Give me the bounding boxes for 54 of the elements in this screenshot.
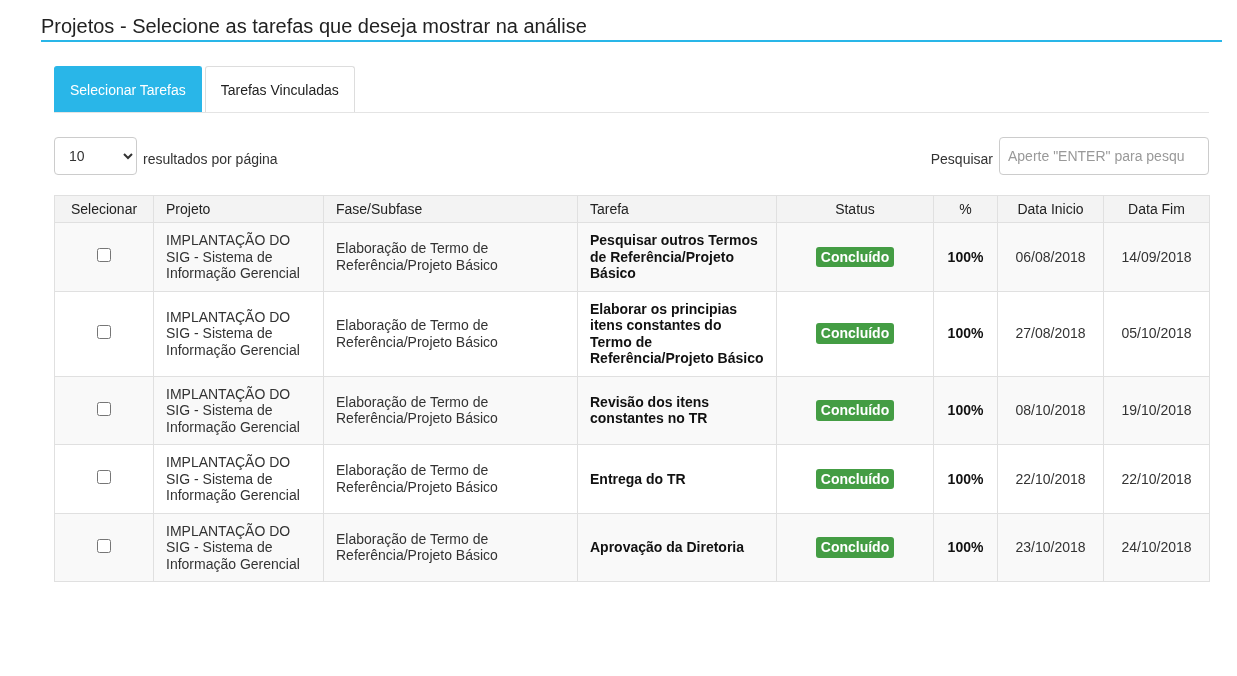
table-cell: IMPLANTAÇÃO DO SIG - Sistema de Informação Gerencial: [153, 444, 324, 513]
table-cell: 100%: [933, 444, 998, 513]
table-cell: 100%: [933, 513, 998, 582]
table-cell: 100%: [933, 222, 998, 291]
table-cell: Elaboração de Termo de Referência/Projeto Básico: [323, 291, 578, 376]
table-cell: 24/10/2018: [1103, 513, 1210, 582]
search-field[interactable]: Aperte "ENTER" para pesqu: [999, 137, 1209, 175]
status-badge: Concluído: [815, 323, 895, 344]
table-cell: 22/10/2018: [997, 444, 1104, 513]
table-cell: Pesquisar outros Termos de Referência/Projeto Básico: [577, 222, 777, 291]
table-cell: 100%: [933, 376, 998, 445]
status-badge: Concluído: [815, 246, 895, 267]
table-cell: IMPLANTAÇÃO DO SIG - Sistema de Informação Gerencial: [153, 291, 324, 376]
table-cell: 06/08/2018: [997, 222, 1104, 291]
table-cell: 100%: [933, 291, 998, 376]
row-checkbox[interactable]: [97, 401, 111, 416]
table-cell: Elaboração de Termo de Referência/Projeto Básico: [323, 513, 578, 582]
table-cell: Revisão dos itens constantes no TR: [577, 376, 777, 445]
table-cell: IMPLANTAÇÃO DO SIG - Sistema de Informação Gerencial: [153, 376, 324, 445]
table-cell: 19/10/2018: [1103, 376, 1210, 445]
row-checkbox[interactable]: [97, 248, 111, 262]
column-header: Status: [776, 195, 934, 223]
table-cell: Elaboração de Termo de Referência/Projeto Básico: [323, 376, 578, 445]
column-header: Selecionar: [54, 195, 154, 223]
page-size-label: resultados por página: [143, 151, 278, 167]
table-cell: IMPLANTAÇÃO DO SIG - Sistema de Informação Gerencial: [153, 222, 324, 291]
column-header: Data Fim: [1103, 195, 1210, 223]
table-cell: 27/08/2018: [997, 291, 1104, 376]
row-checkbox[interactable]: [97, 538, 111, 553]
row-checkbox[interactable]: [97, 470, 111, 484]
table-cell: IMPLANTAÇÃO DO SIG - Sistema de Informação Gerencial: [153, 513, 324, 582]
table-cell: Entrega do TR: [577, 444, 777, 513]
table-cell: 23/10/2018: [997, 513, 1104, 582]
tab[interactable]: Tarefas Vinculadas: [204, 66, 355, 112]
status-badge: Concluído: [815, 468, 895, 489]
page-title: Projetos - Selecione as tarefas que deseja mostrar na análise: [41, 15, 1222, 42]
status-badge: Concluído: [815, 400, 895, 421]
status-badge: Concluído: [815, 537, 895, 558]
table-cell: 14/09/2018: [1103, 222, 1210, 291]
search-label: Pesquisar: [930, 151, 993, 167]
table-cell: Aprovação da Diretoria: [577, 513, 777, 582]
column-header: Data Inicio: [997, 195, 1104, 223]
table-cell: Elaboração de Termo de Referência/Projeto Básico: [323, 222, 578, 291]
column-header: Tarefa: [577, 195, 777, 223]
table-cell: 08/10/2018: [997, 376, 1104, 445]
table-cell: Elaboração de Termo de Referência/Projeto Básico: [323, 444, 578, 513]
table-cell: 22/10/2018: [1103, 444, 1210, 513]
column-header: Projeto: [153, 195, 324, 223]
column-header: %: [933, 195, 998, 223]
table-cell: Elaborar os principias itens constantes do Termo de Referência/Projeto Básico: [577, 291, 777, 376]
table-cell: 05/10/2018: [1103, 291, 1210, 376]
page-size-select[interactable]: 10: [54, 137, 137, 175]
row-checkbox[interactable]: [97, 324, 111, 339]
column-header: Fase/Subfase: [323, 195, 578, 223]
